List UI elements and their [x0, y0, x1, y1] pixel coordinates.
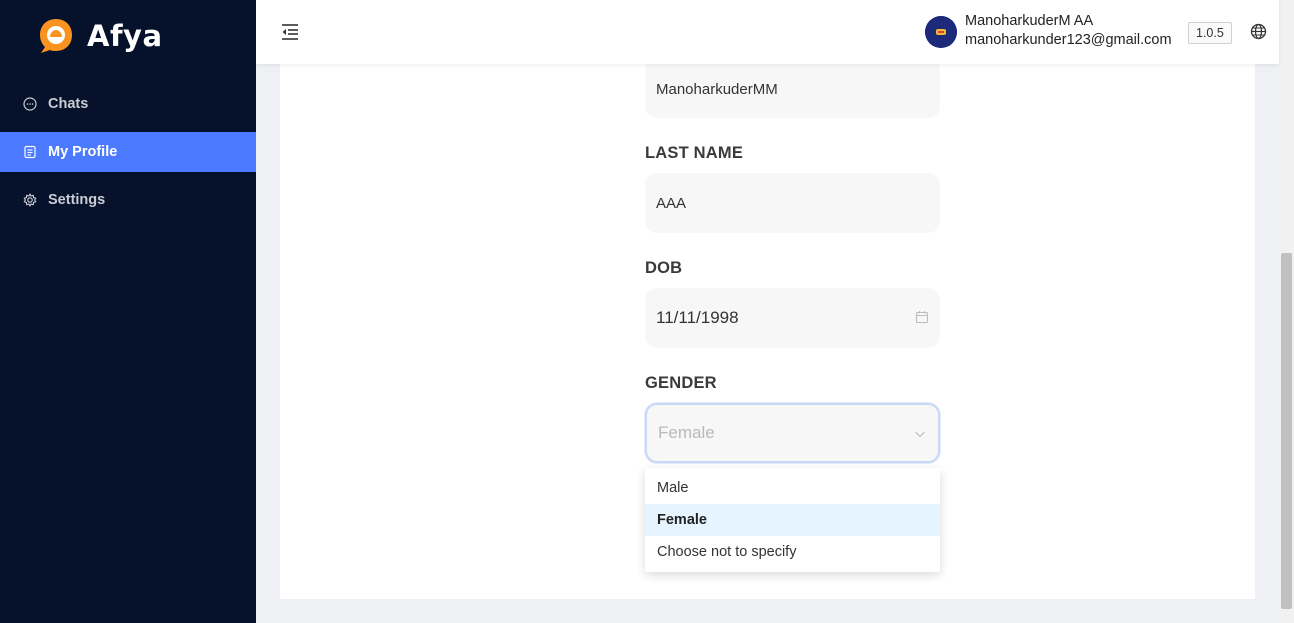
- avatar[interactable]: [925, 16, 957, 48]
- calendar-icon[interactable]: [915, 310, 929, 324]
- gender-label: GENDER: [645, 374, 717, 392]
- profile-icon: [22, 144, 38, 160]
- sidebar-item-chats[interactable]: Chats: [0, 84, 256, 124]
- logo-icon: [37, 16, 75, 56]
- sidebar-item-label: My Profile: [48, 144, 118, 160]
- last-name-value: AAA: [656, 194, 687, 212]
- sidebar-item-my-profile[interactable]: My Profile: [0, 132, 256, 172]
- option-male[interactable]: Male: [645, 472, 940, 504]
- globe-icon[interactable]: [1250, 23, 1267, 40]
- dob-field[interactable]: 11/11/1998: [645, 288, 940, 348]
- user-email: manoharkunder123@gmail.com: [965, 32, 1172, 48]
- sidebar-item-label: Chats: [48, 96, 89, 112]
- option-female[interactable]: Female: [645, 504, 940, 536]
- version-badge: 1.0.5: [1188, 22, 1232, 44]
- option-not-specify[interactable]: Choose not to specify: [645, 536, 940, 568]
- gear-icon: [22, 192, 38, 208]
- menu-fold-icon[interactable]: [280, 22, 300, 42]
- last-name-label: LAST NAME: [645, 144, 744, 162]
- app-logo[interactable]: Afya: [37, 16, 163, 56]
- app-name: Afya: [87, 19, 163, 53]
- gender-dropdown: Male Female Choose not to specify: [645, 468, 940, 572]
- dob-value: 11/11/1998: [656, 308, 739, 327]
- first-name-field[interactable]: ManoharkuderMM: [645, 58, 940, 118]
- last-name-field[interactable]: AAA: [645, 173, 940, 233]
- first-name-value: ManoharkuderMM: [656, 80, 778, 98]
- chevron-down-icon: [913, 427, 927, 441]
- top-header: ManoharkuderM AA manoharkunder123@gmail.…: [256, 0, 1279, 64]
- gender-placeholder: Female: [658, 423, 715, 442]
- scrollbar-thumb[interactable]: [1281, 253, 1292, 609]
- user-name: ManoharkuderM AA: [965, 13, 1094, 29]
- sidebar-item-label: Settings: [48, 192, 106, 208]
- gender-select[interactable]: Female: [645, 403, 940, 463]
- page-scrollbar[interactable]: [1279, 0, 1294, 623]
- dob-label: DOB: [645, 259, 683, 277]
- sidebar-item-settings[interactable]: Settings: [0, 180, 256, 220]
- sidebar: Afya Chats My Profile Settings: [0, 0, 256, 623]
- sidebar-nav: Chats My Profile Settings: [0, 84, 256, 228]
- chat-bubble-icon: [22, 96, 38, 112]
